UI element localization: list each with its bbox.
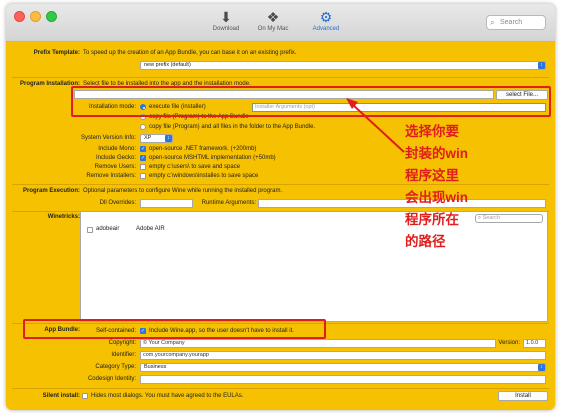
annotation-text: 选择你要 封装的win 程序这里 会出现win 程序所在 的路径	[405, 124, 468, 249]
